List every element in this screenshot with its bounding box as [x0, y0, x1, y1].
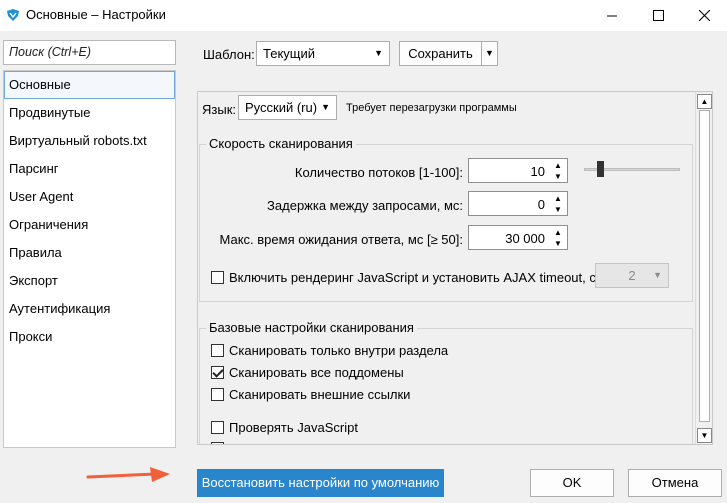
- sidebar-item-authentication[interactable]: Аутентификация: [4, 295, 175, 323]
- title-bar: Основные – Настройки: [0, 0, 727, 31]
- timeout-spinbox[interactable]: 30 000 ▲ ▼: [468, 225, 568, 250]
- maximize-icon: [652, 10, 664, 21]
- delay-label: Задержка между запросами, мс:: [267, 198, 463, 213]
- crawl-subdomains-label: Сканировать все поддомены: [229, 365, 404, 380]
- spin-down-icon[interactable]: ▼: [552, 204, 564, 215]
- minimize-button[interactable]: [589, 0, 635, 31]
- spin-down-icon[interactable]: ▼: [552, 238, 564, 249]
- checkbox-box[interactable]: [211, 271, 224, 284]
- spin-up-icon[interactable]: ▲: [552, 160, 564, 171]
- timeout-value: 30 000: [505, 231, 545, 246]
- settings-search-input[interactable]: Поиск (Ctrl+E): [3, 40, 176, 65]
- js-rendering-label: Включить рендеринг JavaScript и установи…: [229, 270, 600, 285]
- spin-down-icon[interactable]: ▼: [552, 171, 564, 182]
- spin-up-icon[interactable]: ▲: [552, 193, 564, 204]
- check-javascript-checkbox[interactable]: Проверять JavaScript: [211, 420, 358, 435]
- sidebar-item-export[interactable]: Экспорт: [4, 267, 175, 295]
- checkbox-box[interactable]: [211, 421, 224, 434]
- crawl-subdomains-checkbox[interactable]: Сканировать все поддомены: [211, 365, 404, 380]
- save-dropdown-button[interactable]: ▼: [481, 41, 498, 66]
- close-icon: [698, 10, 710, 21]
- threads-value: 10: [530, 164, 545, 179]
- scrollbar-thumb[interactable]: [699, 110, 710, 422]
- check-javascript-label: Проверять JavaScript: [229, 420, 358, 435]
- ajax-timeout-value: 2: [628, 268, 636, 283]
- sidebar-item-rules[interactable]: Правила: [4, 239, 175, 267]
- js-rendering-checkbox[interactable]: Включить рендеринг JavaScript и установи…: [211, 270, 599, 285]
- spin-up-icon[interactable]: ▲: [552, 227, 564, 238]
- crawl-external-links-label: Сканировать внешние ссылки: [229, 387, 411, 402]
- timeout-label: Макс. время ожидания ответа, мс [≥ 50]:: [219, 232, 463, 247]
- chevron-down-icon: ▼: [321, 102, 330, 112]
- sidebar-item-virtual-robots[interactable]: Виртуальный robots.txt: [4, 127, 175, 155]
- checkbox-box[interactable]: [211, 442, 224, 444]
- scroll-up-icon[interactable]: ▲: [697, 94, 712, 109]
- settings-sidebar: Основные Продвинутые Виртуальный robots.…: [3, 70, 176, 448]
- sidebar-item-parsing[interactable]: Парсинг: [4, 155, 175, 183]
- sidebar-item-proxy[interactable]: Прокси: [4, 323, 175, 351]
- chevron-down-icon: ▼: [485, 48, 494, 58]
- next-option-checkbox[interactable]: [211, 442, 229, 444]
- maximize-button[interactable]: [635, 0, 681, 31]
- checkbox-box[interactable]: [211, 344, 224, 357]
- chevron-down-icon: ▼: [374, 48, 383, 58]
- checkbox-box[interactable]: [211, 366, 224, 379]
- arrow-pointer-icon: [86, 467, 170, 482]
- panel-scrollbar[interactable]: ▲ ▼: [695, 92, 712, 444]
- scroll-down-icon[interactable]: ▼: [697, 428, 712, 443]
- ok-button[interactable]: OK: [530, 469, 614, 497]
- restore-defaults-button[interactable]: Восстановить настройки по умолчанию: [197, 469, 444, 497]
- delay-value: 0: [537, 197, 545, 212]
- language-value: Русский (ru): [245, 100, 318, 115]
- cancel-button[interactable]: Отмена: [628, 469, 722, 497]
- threads-slider-thumb[interactable]: [597, 161, 604, 177]
- minimize-icon: [607, 15, 617, 16]
- sidebar-item-basic[interactable]: Основные: [4, 71, 175, 99]
- app-logo-icon: [7, 9, 19, 21]
- threads-label: Количество потоков [1-100]:: [294, 165, 463, 180]
- language-label: Язык:: [202, 102, 236, 117]
- window-title: Основные – Настройки: [26, 7, 166, 22]
- delay-spinbox[interactable]: 0 ▲ ▼: [468, 191, 568, 216]
- template-value: Текущий: [263, 46, 315, 61]
- sidebar-item-restrictions[interactable]: Ограничения: [4, 211, 175, 239]
- settings-panel: Язык: Русский (ru) ▼ Требует перезагрузк…: [197, 91, 713, 445]
- chevron-down-icon: ▼: [653, 270, 662, 280]
- crawl-speed-title: Скорость сканирования: [206, 136, 356, 151]
- template-select[interactable]: Текущий ▼: [256, 41, 390, 66]
- checkbox-box[interactable]: [211, 388, 224, 401]
- language-note: Требует перезагрузки программы: [346, 102, 517, 114]
- template-label: Шаблон:: [203, 47, 255, 62]
- close-button[interactable]: [681, 0, 727, 31]
- sidebar-item-advanced[interactable]: Продвинутые: [4, 99, 175, 127]
- ajax-timeout-select[interactable]: 2 ▼: [595, 263, 669, 288]
- basic-crawl-title: Базовые настройки сканирования: [206, 320, 417, 335]
- sidebar-item-user-agent[interactable]: User Agent: [4, 183, 175, 211]
- crawl-inside-section-checkbox[interactable]: Сканировать только внутри раздела: [211, 343, 448, 358]
- crawl-external-links-checkbox[interactable]: Сканировать внешние ссылки: [211, 387, 410, 402]
- threads-spinbox[interactable]: 10 ▲ ▼: [468, 158, 568, 183]
- crawl-inside-section-label: Сканировать только внутри раздела: [229, 343, 449, 358]
- language-select[interactable]: Русский (ru) ▼: [238, 95, 337, 120]
- save-template-button[interactable]: Сохранить: [399, 41, 482, 66]
